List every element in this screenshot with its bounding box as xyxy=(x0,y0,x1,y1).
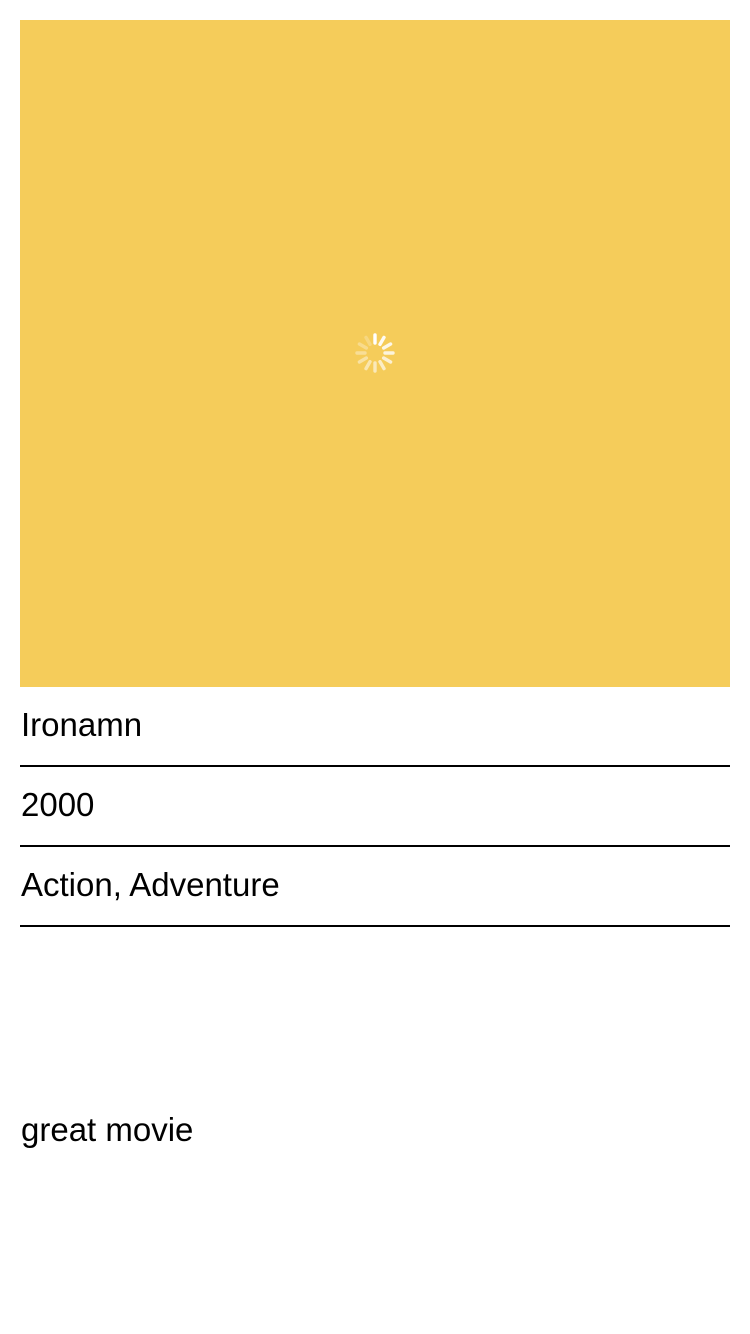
movie-title-value: Ironamn xyxy=(21,706,143,743)
activity-spinner-icon xyxy=(355,333,395,373)
movie-genre-value: Action, Adventure xyxy=(21,866,280,903)
movie-title-field[interactable]: Ironamn xyxy=(20,687,730,767)
movie-year-field[interactable]: 2000 xyxy=(20,767,730,847)
movie-genre-field[interactable]: Action, Adventure xyxy=(20,847,730,927)
movie-year-value: 2000 xyxy=(21,786,95,823)
movie-poster-placeholder xyxy=(20,20,730,687)
movie-review-text[interactable]: great movie xyxy=(21,1110,193,1150)
